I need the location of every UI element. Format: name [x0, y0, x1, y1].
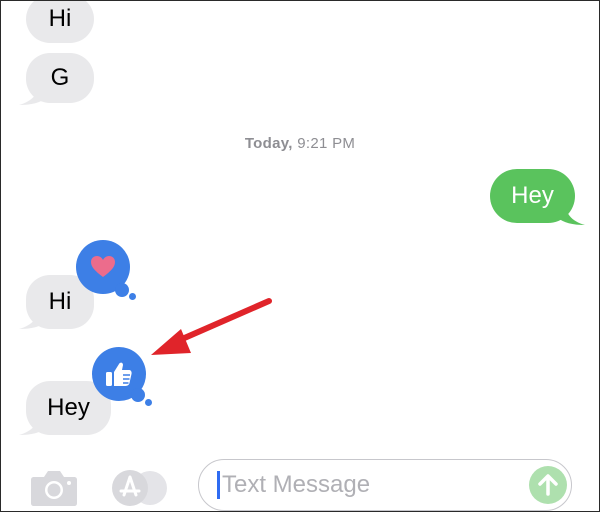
tapback-dot	[115, 283, 129, 297]
heart-icon	[91, 256, 115, 277]
message-bubble-incoming[interactable]: Hi	[26, 1, 94, 43]
message-text: G	[50, 64, 70, 91]
message-input-placeholder: Text Message	[222, 471, 371, 498]
bubble-tail	[557, 201, 585, 225]
message-input[interactable]: Text Message	[198, 459, 572, 511]
tapback-dot	[131, 388, 145, 402]
message-text: Hey	[47, 394, 90, 421]
send-arrow-icon	[538, 474, 558, 496]
text-caret	[217, 471, 220, 499]
camera-button[interactable]	[29, 467, 79, 507]
app-store-button[interactable]	[111, 469, 171, 507]
timestamp: Today, 9:21 PM	[1, 135, 599, 152]
annotation-arrow	[151, 298, 272, 355]
tapback-dot	[145, 399, 152, 406]
message-text: Hi	[48, 288, 72, 315]
message-text: Hey	[511, 182, 554, 209]
send-button[interactable]	[529, 466, 567, 504]
bubble-tail	[19, 307, 47, 329]
bubble-tail	[19, 83, 47, 105]
bubble-tail	[19, 413, 47, 435]
messages-screen: Hi G Today, 9:21 PM Hey Hi Hey Text Mess…	[0, 0, 600, 512]
app-store-icon	[112, 470, 167, 506]
tapback-dot	[129, 293, 136, 300]
message-text: Hi	[48, 5, 72, 32]
timestamp-day: Today,	[244, 135, 293, 152]
timestamp-time: 9:21 PM	[297, 135, 356, 152]
thumbs-up-icon	[106, 362, 132, 386]
camera-icon	[31, 471, 77, 506]
